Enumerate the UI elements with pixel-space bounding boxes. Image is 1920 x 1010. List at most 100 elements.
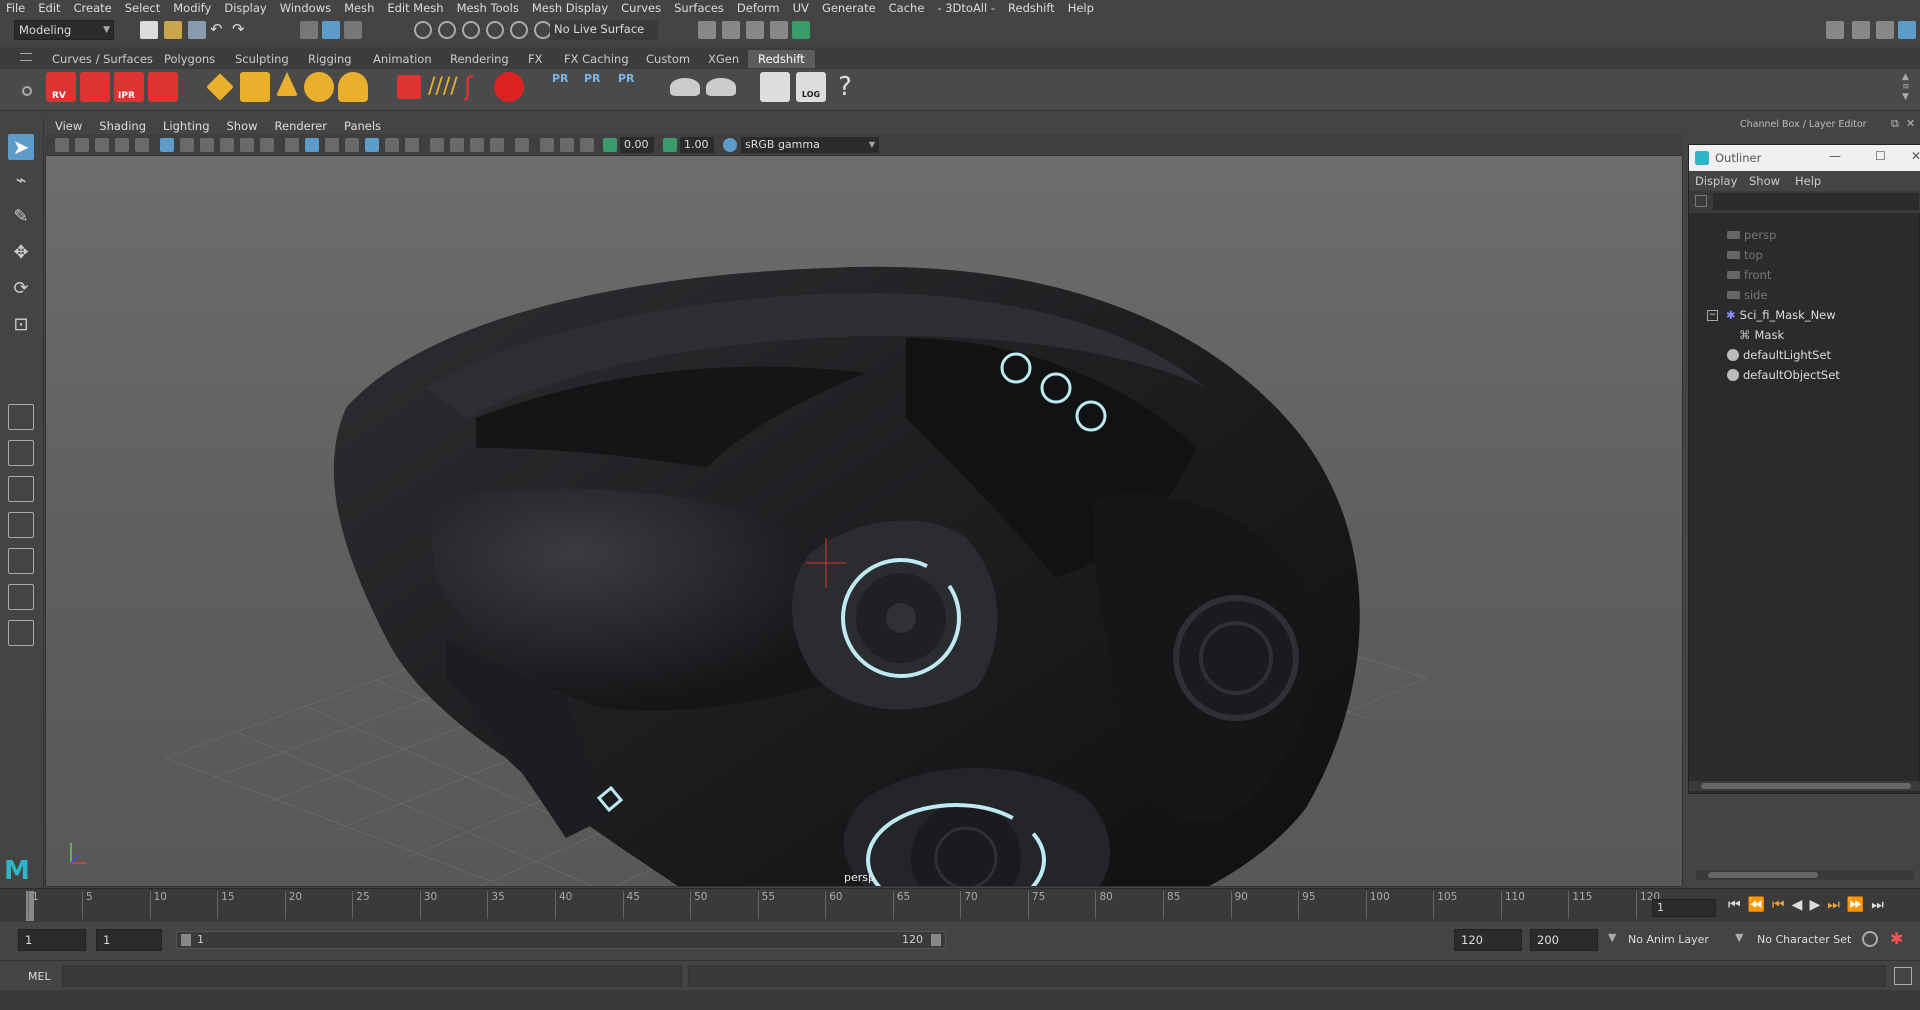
outliner-item-side[interactable]: side <box>1727 285 1768 305</box>
panel-menu-renderer[interactable]: Renderer <box>275 119 328 133</box>
paint-select-icon[interactable]: ✎ <box>8 206 34 232</box>
menu-edit-mesh[interactable]: Edit Mesh <box>387 1 443 15</box>
bookmark-icon[interactable] <box>95 138 109 152</box>
outliner-menu-help[interactable]: Help <box>1795 174 1821 188</box>
menu-edit[interactable]: Edit <box>38 1 60 15</box>
playback-end-field[interactable]: 120 <box>1454 929 1522 951</box>
sun-sky-icon[interactable] <box>338 72 368 102</box>
menu-surfaces[interactable]: Surfaces <box>674 1 724 15</box>
ambient-occlusion-icon[interactable] <box>430 138 444 152</box>
menu-windows[interactable]: Windows <box>280 1 331 15</box>
tool-settings-icon[interactable] <box>1876 21 1894 39</box>
tab-xgen[interactable]: XGen <box>708 50 739 68</box>
outliner-menu-display[interactable]: Display <box>1695 174 1737 188</box>
tab-redshift[interactable]: Redshift <box>748 50 815 68</box>
menu-redshift[interactable]: Redshift <box>1008 1 1055 15</box>
menu-mesh-tools[interactable]: Mesh Tools <box>457 1 519 15</box>
outliner-item-lightset[interactable]: defaultLightSet <box>1727 345 1831 365</box>
graph-persp-icon[interactable] <box>8 584 34 610</box>
outliner-item-objectset[interactable]: defaultObjectSet <box>1727 365 1840 385</box>
outliner-item-mask[interactable]: ⌘ Mask <box>1739 325 1784 345</box>
command-language-label[interactable]: MEL <box>28 970 51 983</box>
character-set-select[interactable]: No Character Set <box>1757 933 1851 946</box>
hair-icon[interactable]: ʃ <box>464 72 494 102</box>
channel-hscrollbar[interactable] <box>1696 870 1914 880</box>
tab-animation[interactable]: Animation <box>373 50 432 68</box>
live-surface-field[interactable]: No Live Surface <box>550 20 658 40</box>
bake-icon-2[interactable] <box>706 78 736 96</box>
lasso-tool-icon[interactable]: ⌁ <box>8 170 34 196</box>
menu-help[interactable]: Help <box>1068 1 1094 15</box>
select-component-icon[interactable] <box>344 21 362 39</box>
spot-light-icon[interactable] <box>276 72 298 96</box>
menu-display[interactable]: Display <box>224 1 266 15</box>
material-icon[interactable] <box>494 72 524 102</box>
camera-select-icon[interactable] <box>55 138 69 152</box>
gamma-field[interactable]: 1.00 <box>680 137 714 153</box>
minimize-icon[interactable]: — <box>1829 149 1841 163</box>
film-gate-icon[interactable] <box>180 138 194 152</box>
xray-joints-icon[interactable] <box>560 138 574 152</box>
menu-cache[interactable]: Cache <box>889 1 925 15</box>
attribute-editor-icon[interactable] <box>1852 21 1870 39</box>
camera-attrib-icon[interactable] <box>75 138 89 152</box>
shelf-scroll-icon[interactable]: ▲ ≡ ▼ <box>1902 72 1912 102</box>
tab-curves-surfaces[interactable]: Curves / Surfaces <box>52 50 153 68</box>
single-pane-icon[interactable] <box>8 404 34 430</box>
hypershade-icon[interactable] <box>792 21 810 39</box>
step-back-icon[interactable]: ⏪ <box>1748 897 1772 913</box>
outliner-item-persp[interactable]: persp <box>1727 225 1776 245</box>
default-material-icon[interactable] <box>325 138 339 152</box>
pr-icon-1[interactable]: PR <box>552 72 582 102</box>
prefs-icon[interactable]: ✱ <box>1890 929 1903 948</box>
panel-menu-panels[interactable]: Panels <box>344 119 381 133</box>
menu-uv[interactable]: UV <box>793 1 809 15</box>
open-scene-icon[interactable] <box>164 21 182 39</box>
go-end-icon[interactable]: ⏭ <box>1871 897 1891 913</box>
bake-icon-1[interactable] <box>670 78 700 96</box>
textured-icon[interactable] <box>345 138 359 152</box>
float-icon[interactable]: ⧉ <box>1891 117 1899 131</box>
close-icon[interactable]: ✕ <box>1911 149 1920 163</box>
exposure-icon[interactable] <box>603 138 617 152</box>
safe-action-icon[interactable] <box>260 138 274 152</box>
side-by-side-icon[interactable] <box>8 476 34 502</box>
antialias-icon[interactable] <box>470 138 484 152</box>
command-input[interactable] <box>62 965 682 987</box>
outliner-persp-icon[interactable] <box>8 548 34 574</box>
panel-menu-lighting[interactable]: Lighting <box>163 119 209 133</box>
undo-icon[interactable]: ↶ <box>210 21 228 39</box>
render-frame-icon[interactable] <box>722 21 740 39</box>
shelf-menu-icon[interactable] <box>20 53 32 61</box>
menu-mesh-display[interactable]: Mesh Display <box>532 1 608 15</box>
anim-start-field[interactable]: 1 <box>18 929 86 951</box>
pr-icon-2[interactable]: PR <box>584 72 614 102</box>
collapse-icon[interactable]: − <box>1707 309 1718 321</box>
channel-box-toggle-icon[interactable] <box>1898 21 1916 39</box>
xray-icon[interactable] <box>540 138 554 152</box>
select-tool-icon[interactable]: ➤ <box>8 134 34 160</box>
script-editor-icon[interactable] <box>760 72 790 102</box>
snap-point-icon[interactable] <box>462 21 480 39</box>
redshift-settings-icon[interactable] <box>148 72 178 102</box>
mode-selector[interactable]: Modeling ▼ <box>14 20 114 40</box>
resolution-gate-icon[interactable] <box>200 138 214 152</box>
outliner-item-top[interactable]: top <box>1727 245 1763 265</box>
wireframe-icon[interactable] <box>285 138 299 152</box>
time-slider[interactable]: 1 5 10 15 20 25 30 35 40 45 50 55 60 65 70 75 80 85 90 95 10… <box>0 888 1920 922</box>
char-set-arrow-icon[interactable]: ▼ <box>1735 931 1743 944</box>
tab-fx[interactable]: FX <box>528 50 543 68</box>
save-scene-icon[interactable] <box>188 21 206 39</box>
shelf-settings-icon[interactable] <box>22 86 32 96</box>
xray-components-icon[interactable] <box>580 138 594 152</box>
outliner-menu-show[interactable]: Show <box>1749 174 1780 188</box>
menu-mesh[interactable]: Mesh <box>344 1 374 15</box>
tab-rigging[interactable]: Rigging <box>308 50 352 68</box>
stacked-pane-icon[interactable] <box>8 512 34 538</box>
two-d-pan-icon[interactable] <box>135 138 149 152</box>
go-start-icon[interactable]: ⏮ <box>1728 897 1748 913</box>
log-icon[interactable]: LOG <box>796 72 826 102</box>
range-end-handle[interactable] <box>931 934 941 946</box>
portal-light-icon[interactable] <box>240 72 270 102</box>
redshift-render-icon[interactable] <box>80 72 110 102</box>
